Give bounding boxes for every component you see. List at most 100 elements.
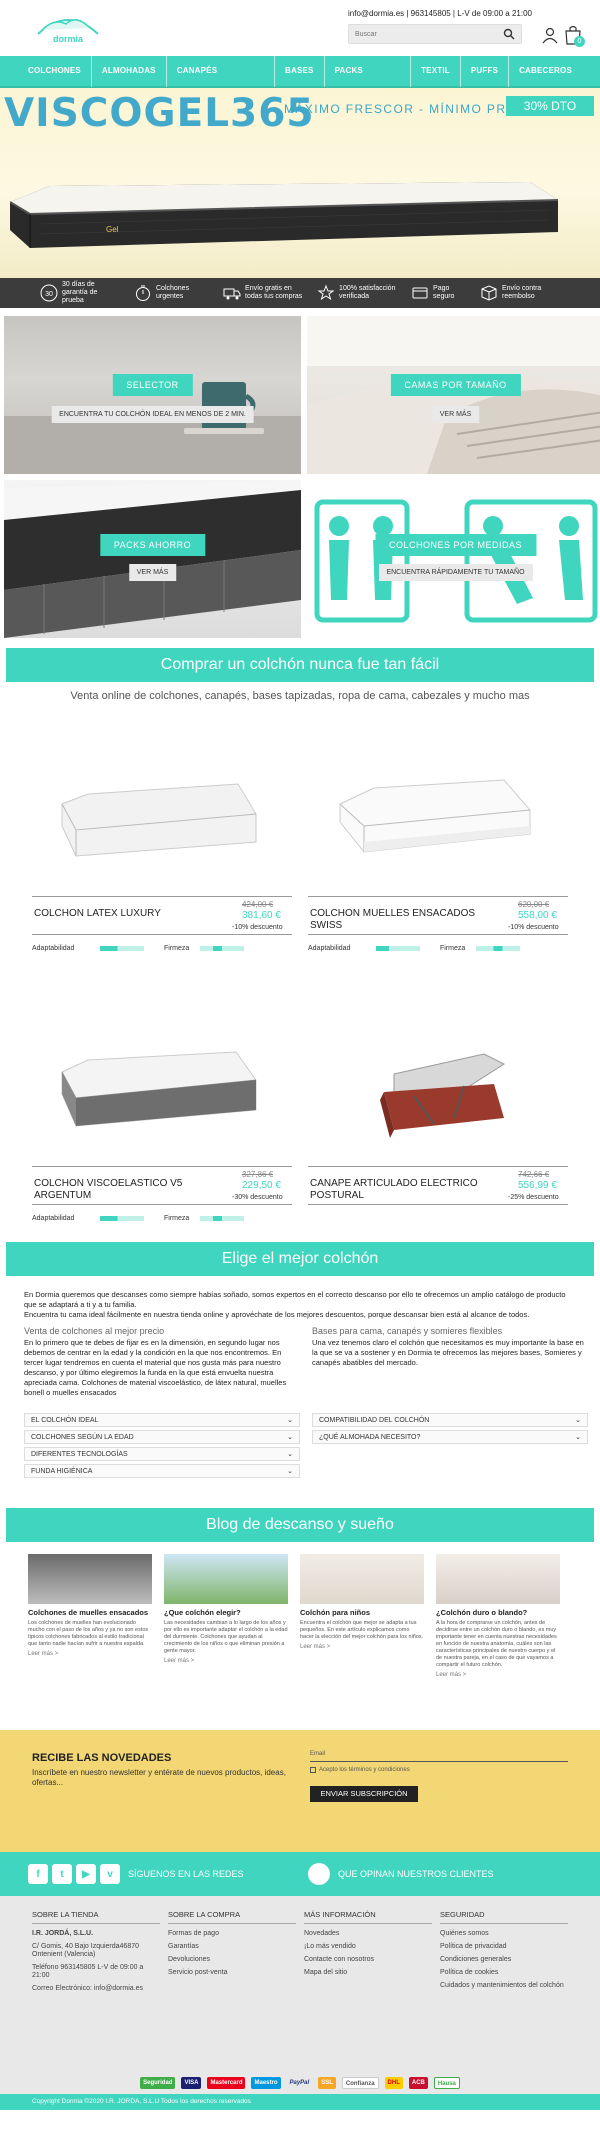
trust-item: 100% satisfacción verificada <box>317 284 397 302</box>
product-card[interactable]: COLCHON MUELLES ENSACADOS SWISS 620,00 €… <box>308 702 568 972</box>
blog-text: Encuentra el colchón que mejor se adapta… <box>300 1620 424 1640</box>
category-medidas[interactable]: COLCHONES POR MEDIDAS ENCUENTRA RÁPIDAME… <box>307 480 600 638</box>
product-name[interactable]: COLCHON LATEX LUXURY <box>34 908 204 920</box>
category-camas-tamano[interactable]: CAMAS POR TAMAÑO VER MÁS <box>307 316 600 474</box>
vimeo-icon[interactable]: v <box>100 1864 120 1884</box>
footer-link[interactable]: Contacte con nosotros <box>304 1956 432 1964</box>
search-input[interactable] <box>348 24 522 44</box>
footer-heading: SOBRE LA TIENDA <box>32 1910 160 1924</box>
header: dormia info@dormia.es | 963145805 | L-V … <box>0 0 600 56</box>
nav-item-textil[interactable]: TEXTIL <box>411 55 461 87</box>
twitter-icon[interactable]: t <box>52 1864 72 1884</box>
rating-label: Firmeza <box>164 1215 190 1222</box>
blog-card[interactable]: ¿Colchón duro o blando? A la hora de com… <box>436 1554 560 1678</box>
blog-title[interactable]: ¿Que colchón elegir? <box>164 1608 288 1617</box>
blog-card[interactable]: Colchón para niños Encuentra el colchón … <box>300 1554 424 1678</box>
footer-link[interactable]: Política de cookies <box>440 1969 568 1977</box>
product-name[interactable]: CANAPE ARTICULADO ELECTRICO POSTURAL <box>310 1178 480 1202</box>
nav-item-almohadas[interactable]: ALMOHADAS <box>92 55 167 87</box>
newsletter-title: RECIBE LAS NOVEDADES <box>32 1752 172 1764</box>
email-field[interactable] <box>310 1761 568 1762</box>
footer-link[interactable]: Cuidados y mantenimientos del colchón <box>440 1982 568 1990</box>
terms-checkbox[interactable] <box>310 1767 316 1773</box>
chevron-down-icon: ⌄ <box>287 1468 293 1475</box>
svg-text:Gel: Gel <box>106 225 119 234</box>
acb-badge: ACB <box>408 2077 428 2089</box>
footer-link[interactable]: Garantías <box>168 1943 296 1951</box>
terms-checkbox-row[interactable]: Acepto los términos y condiciones <box>310 1767 410 1773</box>
footer-link[interactable]: Quiénes somos <box>440 1930 568 1938</box>
accordion-item[interactable]: COMPATIBILIDAD DEL COLCHÓN ⌄ <box>312 1413 588 1427</box>
nav-item-packs[interactable]: PACKS AHORRO <box>325 55 412 107</box>
old-price: 620,00 € <box>518 900 550 909</box>
category-sub[interactable]: ENCUENTRA RÁPIDAMENTE TU TAMAÑO <box>378 564 533 581</box>
category-sub[interactable]: ENCUENTRA TU COLCHÓN IDEAL EN MENOS DE 2… <box>51 406 254 423</box>
category-label: PACKS AHORRO <box>99 534 206 556</box>
category-sub[interactable]: VER MÁS <box>431 406 480 423</box>
nav-item-cabeceros[interactable]: CABECEROS <box>509 55 582 87</box>
product-image <box>380 1053 506 1138</box>
read-more-link[interactable]: Leer más > <box>436 1672 560 1678</box>
blog-title[interactable]: Colchones de muelles ensacados <box>28 1608 152 1617</box>
chat-bubble-icon[interactable] <box>308 1863 330 1885</box>
accordion-label: EL COLCHÓN IDEAL <box>31 1417 99 1424</box>
facebook-icon[interactable]: f <box>28 1864 48 1884</box>
footer-link[interactable]: Mapa del sitio <box>304 1969 432 1977</box>
product-card[interactable]: COLCHON VISCOELASTICO V5 ARGENTUM 327,86… <box>32 972 292 1242</box>
blog-image <box>436 1554 560 1604</box>
product-name[interactable]: COLCHON MUELLES ENSACADOS SWISS <box>310 908 480 932</box>
nav-item-bases[interactable]: BASES <box>275 55 325 87</box>
footer-link[interactable]: Política de privacidad <box>440 1943 568 1951</box>
footer-link[interactable]: Servicio post-venta <box>168 1969 296 1977</box>
chevron-down-icon: ⌄ <box>575 1417 581 1424</box>
blog-title[interactable]: ¿Colchón duro o blando? <box>436 1608 560 1617</box>
accordion-item[interactable]: DIFERENTES TECNOLOGÍAS ⌄ <box>24 1447 300 1461</box>
blog-grid: Colchones de muelles ensacados Los colch… <box>0 1554 600 1678</box>
info-intro-2: Encuentra tu cama ideal fácilmente en nu… <box>24 1310 530 1319</box>
category-packs-ahorro[interactable]: PACKS AHORRO VER MÁS <box>4 480 301 638</box>
subscribe-button[interactable]: ENVIAR SUBSCRIPCIÓN <box>310 1786 418 1802</box>
paypal-badge: PayPal <box>289 2080 310 2086</box>
rating-label: Adaptabilidad <box>32 945 75 952</box>
accordion-columns: EL COLCHÓN IDEAL ⌄ COLCHONES SEGÚN LA EDA… <box>24 1410 588 1478</box>
product-card[interactable]: COLCHON LATEX LUXURY 424,00 € 381,60 € -… <box>32 702 292 972</box>
category-sub[interactable]: VER MÁS <box>128 564 177 581</box>
accordion-item[interactable]: FUNDA HIGIÉNICA ⌄ <box>24 1464 300 1478</box>
product-card[interactable]: CANAPE ARTICULADO ELECTRICO POSTURAL 742… <box>308 972 568 1242</box>
footer-link[interactable]: Condiciones generales <box>440 1956 568 1964</box>
youtube-icon[interactable]: ▶ <box>76 1864 96 1884</box>
dormia-logo[interactable]: dormia <box>28 4 108 48</box>
nav-item-colchones[interactable]: COLCHONES <box>18 55 92 87</box>
cart-count-badge: 0 <box>574 36 585 47</box>
footer-link[interactable]: Devoluciones <box>168 1956 296 1964</box>
footer-col-security: SEGURIDAD Quiénes somos Política de priv… <box>440 1910 568 2072</box>
hero-banner[interactable]: VISCOGEL365 MÁXIMO FRESCOR - MÍNIMO PREC… <box>0 88 600 278</box>
product-image <box>61 1051 257 1127</box>
accordion-item[interactable]: COLCHONES SEGÚN LA EDAD ⌄ <box>24 1430 300 1444</box>
search-icon[interactable] <box>500 26 518 42</box>
read-more-link[interactable]: Leer más > <box>164 1658 288 1664</box>
info-left-heading: Venta de colchones al mejor precio <box>24 1326 165 1336</box>
blog-text: A la hora de comprarse un colchón, antes… <box>436 1620 557 1668</box>
blog-title[interactable]: Colchón para niños <box>300 1608 424 1617</box>
nav-item-puffs[interactable]: PUFFS <box>461 55 510 87</box>
user-account-icon[interactable] <box>541 26 559 44</box>
reviews-text[interactable]: QUE OPINAN NUESTROS CLIENTES <box>338 1869 494 1879</box>
accordion-item[interactable]: EL COLCHÓN IDEAL ⌄ <box>24 1413 300 1427</box>
visa-badge: VISA <box>181 2077 202 2089</box>
blog-card[interactable]: Colchones de muelles ensacados Los colch… <box>28 1554 152 1678</box>
product-name[interactable]: COLCHON VISCOELASTICO V5 ARGENTUM <box>34 1178 204 1202</box>
footer-link[interactable]: ¡Lo más vendido <box>304 1943 432 1951</box>
old-price: 742,66 € <box>518 1170 550 1179</box>
read-more-link[interactable]: Leer más > <box>300 1644 424 1650</box>
accordion-left: EL COLCHÓN IDEAL ⌄ COLCHONES SEGÚN LA EDA… <box>24 1410 300 1478</box>
category-selector[interactable]: SELECTOR ENCUENTRA TU COLCHÓN IDEAL EN M… <box>4 316 301 474</box>
blog-card[interactable]: ¿Que colchón elegir? Las necesidades cam… <box>164 1554 288 1678</box>
read-more-link[interactable]: Leer más > <box>28 1651 152 1657</box>
accordion-item[interactable]: ¿QUÉ ALMOHADA NECESITO? ⌄ <box>312 1430 588 1444</box>
footer-link[interactable]: Formas de pago <box>168 1930 296 1938</box>
divider <box>32 1166 292 1167</box>
follow-us-text[interactable]: SÍGUENOS EN LAS REDES <box>128 1869 244 1879</box>
footer-link[interactable]: Novedades <box>304 1930 432 1938</box>
nav-item-canapes[interactable]: CANAPÉS ABATIBLES <box>167 55 275 107</box>
